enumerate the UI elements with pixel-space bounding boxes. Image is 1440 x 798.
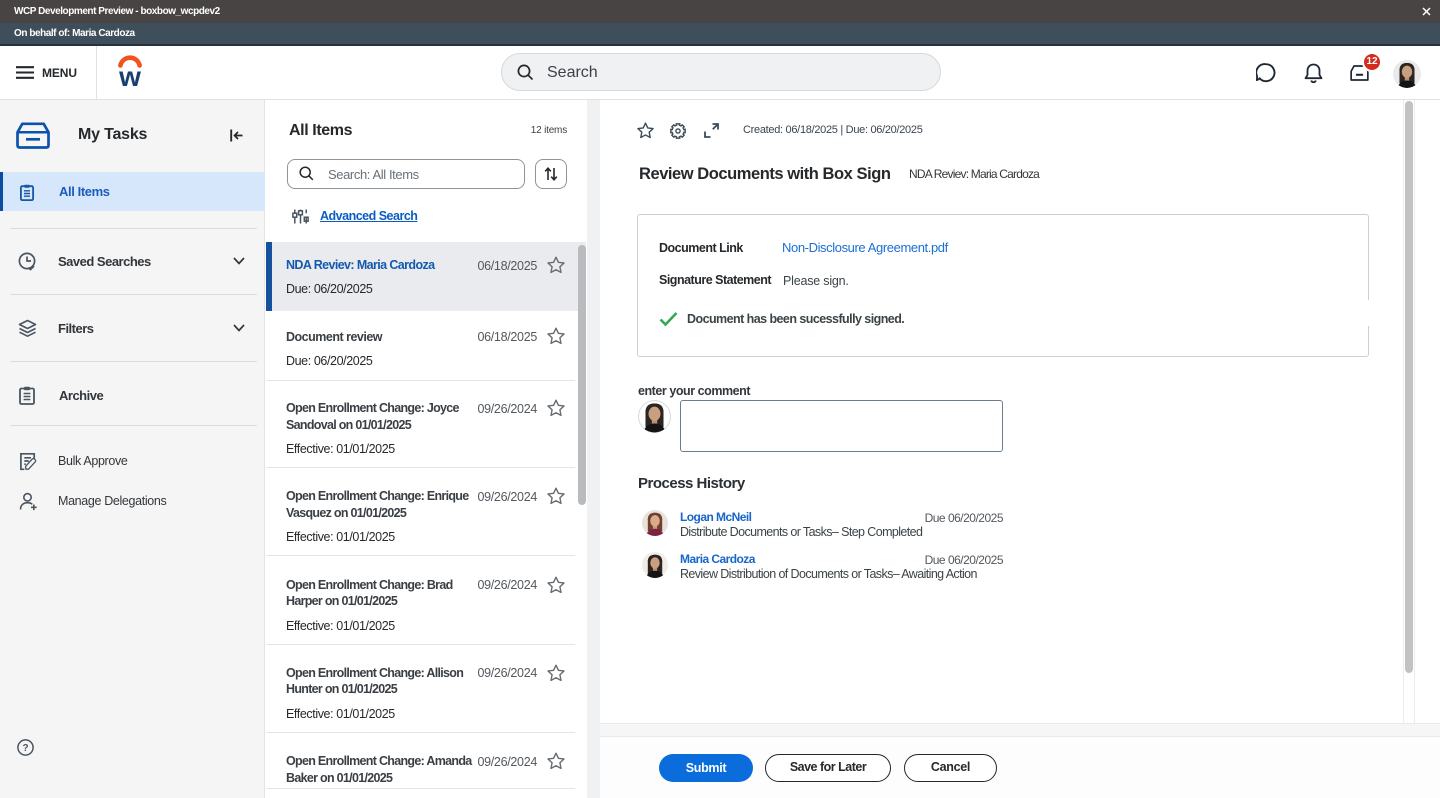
svg-text:?: ? bbox=[22, 743, 28, 754]
svg-text:w: w bbox=[118, 61, 141, 88]
